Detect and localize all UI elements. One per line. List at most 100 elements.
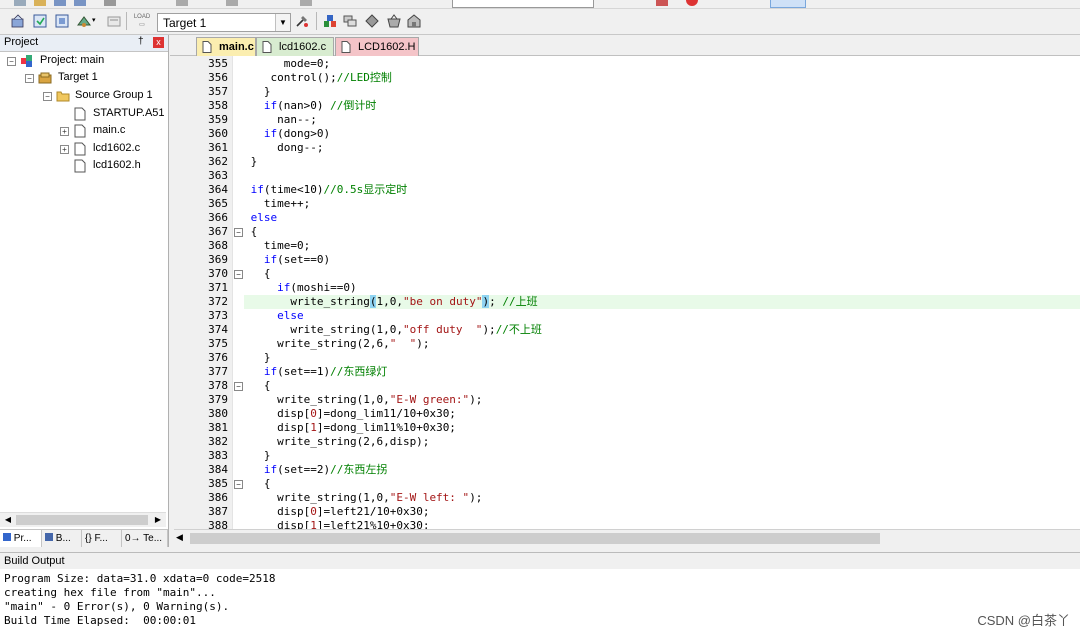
scroll-right-icon[interactable]: ▶ (152, 514, 164, 526)
code-line[interactable]: write_string(2,6,disp); (244, 435, 429, 449)
code-line[interactable]: if(moshi==0) (244, 281, 356, 295)
code-line[interactable]: else (244, 211, 278, 225)
find-combo[interactable] (452, 0, 594, 8)
code-line[interactable]: time=0; (244, 239, 310, 253)
scroll-left-icon[interactable]: ◀ (2, 514, 14, 526)
code-line[interactable]: else (244, 309, 304, 323)
cut-icon[interactable] (104, 0, 116, 6)
manage-components-icon[interactable] (322, 13, 338, 29)
code-line[interactable]: if(time<10)//0.5s显示定时 (244, 183, 408, 197)
code-line[interactable]: dong--; (244, 141, 323, 155)
fold-toggle-icon[interactable]: − (234, 228, 243, 237)
file-icon (73, 124, 87, 138)
tab-main-c[interactable]: main.c (196, 37, 256, 56)
fold-toggle-icon[interactable]: − (234, 270, 243, 279)
scrollbar-thumb[interactable] (190, 533, 880, 544)
window-layout-icon[interactable] (770, 0, 806, 8)
tab-lcd1602-h[interactable]: LCD1602.H (335, 37, 419, 56)
code-line[interactable]: write_string(1,0,"off duty ");//不上班 (244, 323, 542, 337)
tab-functions[interactable]: {} F... (82, 530, 122, 547)
collapse-icon[interactable]: − (25, 74, 34, 83)
code-line[interactable]: } (244, 85, 271, 99)
open-file-icon[interactable] (34, 0, 46, 6)
tree-item-file[interactable]: + lcd1602.c (0, 141, 168, 158)
fold-toggle-icon[interactable]: − (234, 382, 243, 391)
code-line[interactable]: write_string(2,6," "); (244, 337, 429, 351)
code-line[interactable]: } (244, 155, 258, 169)
code-line[interactable]: disp[1]=left21%10+0x30; (244, 519, 429, 529)
code-line[interactable]: disp[0]=left21/10+0x30; (244, 505, 429, 519)
tab-lcd1602-c[interactable]: lcd1602.c (256, 37, 334, 56)
code-line[interactable]: if(set==1)//东西绿灯 (244, 365, 387, 379)
code-line[interactable]: { (244, 267, 271, 281)
tree-item-source-group[interactable]: − Source Group 1 (0, 88, 168, 105)
translate-icon[interactable] (10, 13, 26, 29)
code-line[interactable]: disp[0]=dong_lim11/10+0x30; (244, 407, 456, 421)
code-line[interactable]: write_string(1,0,"be on duty"); //上班 (244, 295, 538, 309)
pin-icon[interactable]: † (138, 36, 144, 47)
code-line[interactable]: write_string(1,0,"E-W green:"); (244, 393, 482, 407)
breakpoint-icon[interactable] (686, 0, 698, 6)
debug-icon[interactable] (656, 0, 668, 6)
run-time-environment-icon[interactable] (406, 13, 422, 29)
tab-templates[interactable]: 0→ Te... (122, 530, 168, 547)
code-line[interactable]: if(nan>0) //倒计时 (244, 99, 376, 113)
pack-installer-icon[interactable] (364, 13, 380, 29)
code-token: //LED控制 (336, 71, 392, 84)
collapse-icon[interactable]: − (43, 92, 52, 101)
rebuild-icon[interactable] (54, 13, 70, 29)
scroll-left-icon[interactable]: ◀ (176, 532, 183, 543)
code-editor[interactable]: 355 mode=0; 356 control();//LED控制 357 } 358… (176, 56, 1080, 529)
code-line[interactable]: } (244, 449, 271, 463)
code-line[interactable]: control();//LED控制 (244, 71, 392, 85)
bookmark-icon[interactable] (300, 0, 312, 6)
tab-books[interactable]: B... (42, 530, 82, 547)
target-select[interactable]: Target 1 ▼ (157, 13, 291, 32)
code-line[interactable]: mode=0; (244, 57, 330, 71)
code-token: write_string(2,6, (244, 337, 390, 350)
tree-item-file[interactable]: STARTUP.A51 (0, 106, 168, 123)
close-icon[interactable]: x (153, 37, 164, 48)
code-line[interactable]: time++; (244, 197, 310, 211)
project-horizontal-scrollbar[interactable]: ◀ ▶ (0, 512, 166, 527)
save-all-icon[interactable] (74, 0, 86, 6)
editor-horizontal-scrollbar[interactable]: ◀ (174, 529, 1080, 547)
tab-project[interactable]: Pr... (0, 530, 42, 547)
load-icon[interactable]: LOAD ▭ (132, 13, 152, 29)
code-line[interactable]: { (244, 477, 271, 491)
target-options-icon[interactable] (294, 13, 310, 29)
project-panel-header: Project † x (0, 35, 168, 52)
code-line[interactable]: if(set==2)//东西左拐 (244, 463, 387, 477)
code-line[interactable]: } (244, 351, 271, 365)
scrollbar-thumb[interactable] (16, 515, 148, 525)
tab-label: Pr... (13, 533, 32, 544)
code-token: disp[ (244, 519, 311, 529)
batch-build-icon[interactable] (76, 13, 92, 29)
undo-icon[interactable] (176, 0, 188, 6)
tree-item-file[interactable]: lcd1602.h (0, 158, 168, 175)
fold-toggle-icon[interactable]: − (234, 480, 243, 489)
build-icon[interactable] (32, 13, 48, 29)
code-line[interactable]: nan--; (244, 113, 317, 127)
chevron-down-icon[interactable]: ▼ (275, 14, 290, 31)
collapse-icon[interactable]: − (7, 57, 16, 66)
build-output-panel[interactable]: Program Size: data=31.0 xdata=0 code=251… (0, 569, 1080, 633)
expand-icon[interactable]: + (60, 145, 69, 154)
code-line[interactable]: { (244, 225, 258, 239)
tree-item-file[interactable]: + main.c (0, 123, 168, 140)
save-icon[interactable] (54, 0, 66, 6)
stop-build-icon[interactable] (106, 13, 122, 29)
select-software-packs-icon[interactable] (386, 13, 402, 29)
new-file-icon[interactable] (14, 0, 26, 6)
chevron-down-icon[interactable]: ▾ (92, 13, 100, 29)
redo-icon[interactable] (226, 0, 238, 6)
code-line[interactable]: write_string(1,0,"E-W left: "); (244, 491, 482, 505)
tree-item-target[interactable]: − Target 1 (0, 70, 168, 87)
expand-icon[interactable]: + (60, 127, 69, 136)
code-line[interactable]: disp[1]=dong_lim11%10+0x30; (244, 421, 456, 435)
file-extensions-icon[interactable] (342, 13, 358, 29)
code-line[interactable]: if(dong>0) (244, 127, 330, 141)
code-line[interactable]: { (244, 379, 271, 393)
code-line[interactable]: if(set==0) (244, 253, 330, 267)
tree-item-project[interactable]: − Project: main (0, 53, 168, 70)
